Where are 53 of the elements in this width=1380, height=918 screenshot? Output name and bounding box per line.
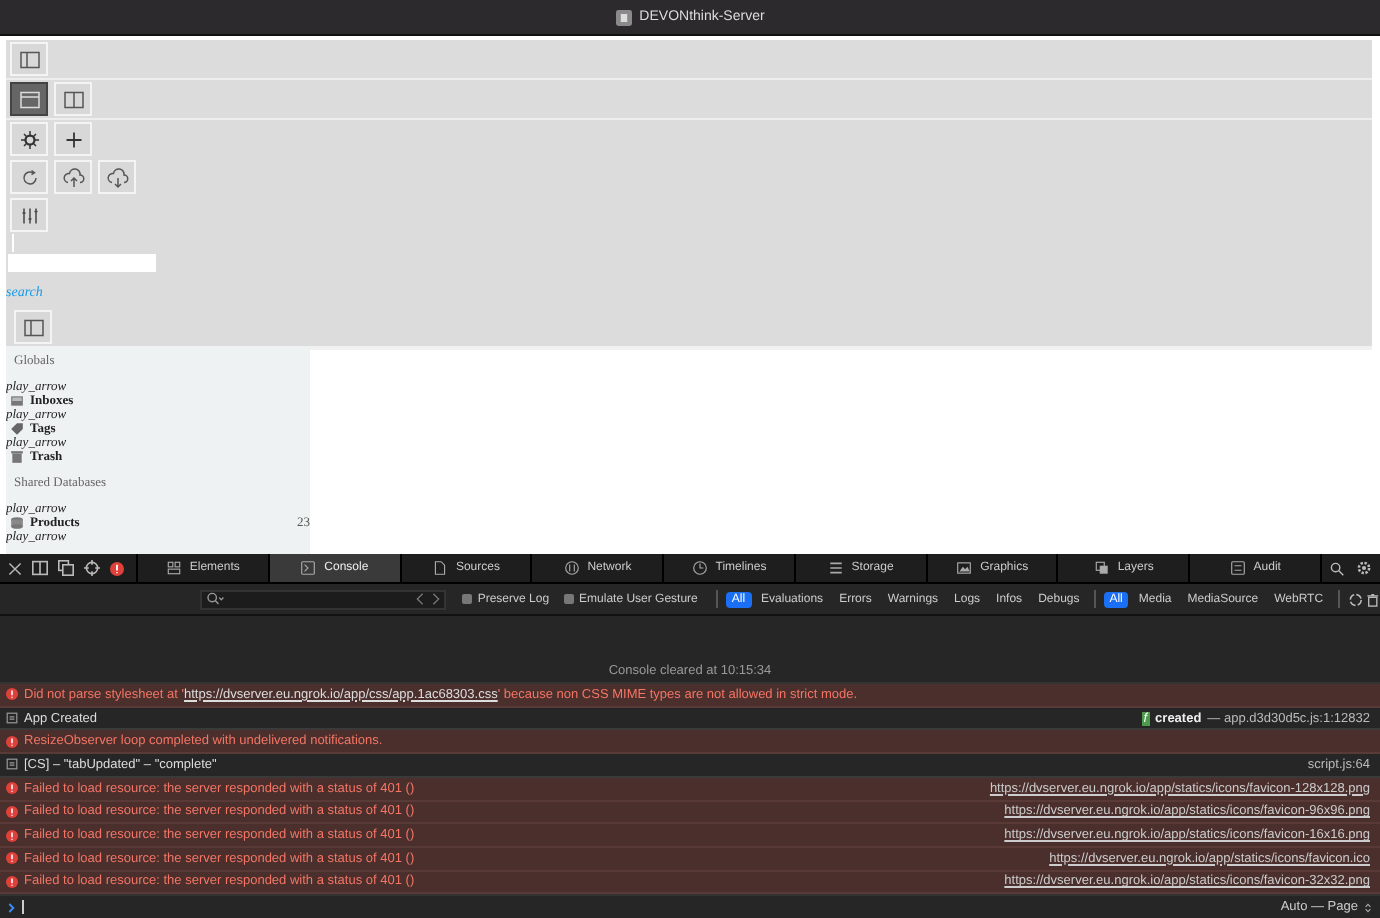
sidebar-icon [17, 47, 41, 71]
sidebar-item-icon [10, 394, 24, 408]
plus-icon [61, 127, 85, 151]
checkbox[interactable] [563, 594, 574, 604]
error-icon [6, 829, 18, 842]
trash-icon[interactable] [1366, 591, 1380, 607]
panel-button[interactable] [14, 310, 52, 344]
prompt-icon [8, 901, 16, 914]
settings-icon[interactable] [1356, 560, 1373, 576]
image-icon [956, 560, 973, 576]
error-icon [6, 782, 18, 795]
previous-icon[interactable] [415, 592, 424, 606]
sidebar-item-icon [10, 422, 24, 436]
sliders-icon [17, 203, 41, 227]
stepper-icon[interactable] [1364, 901, 1372, 914]
layers-icon [1093, 560, 1110, 576]
error-icon [6, 805, 18, 818]
refresh-icon [17, 165, 41, 189]
window-icon[interactable] [58, 560, 74, 576]
search-icon[interactable] [1330, 561, 1345, 575]
sidebar-item-icon [10, 450, 24, 464]
window-icon [17, 87, 41, 111]
globe-icon [563, 560, 580, 576]
console-icon [300, 560, 317, 576]
cloud-upload-icon [61, 165, 85, 189]
checkbox[interactable] [461, 594, 472, 604]
error-icon [6, 688, 18, 701]
search-icon [206, 592, 224, 606]
toolbar-button[interactable] [10, 82, 48, 116]
reload-icon[interactable] [1347, 591, 1363, 607]
settings-icon [17, 127, 41, 151]
search-field[interactable] [8, 254, 156, 272]
log-icon [6, 712, 18, 725]
storage-icon [827, 560, 844, 576]
sidebar-icon [21, 315, 45, 339]
app-icon [615, 9, 632, 25]
error-icon [6, 875, 18, 888]
error-icon[interactable] [110, 561, 124, 575]
dock-icon[interactable] [32, 560, 48, 576]
filter-field[interactable] [200, 589, 446, 609]
error-icon [6, 735, 18, 748]
crosshair-icon[interactable] [84, 560, 100, 576]
checklist-icon [1229, 560, 1246, 576]
clock-icon [691, 560, 708, 576]
sidebar-item-icon [10, 516, 24, 530]
close-icon[interactable] [8, 561, 22, 575]
log-icon [6, 758, 18, 771]
grid-icon [165, 560, 182, 576]
next-icon[interactable] [431, 592, 440, 606]
document-icon [431, 560, 448, 576]
columns-icon [61, 87, 85, 111]
error-icon [6, 852, 18, 865]
cloud-download-icon [105, 165, 129, 189]
